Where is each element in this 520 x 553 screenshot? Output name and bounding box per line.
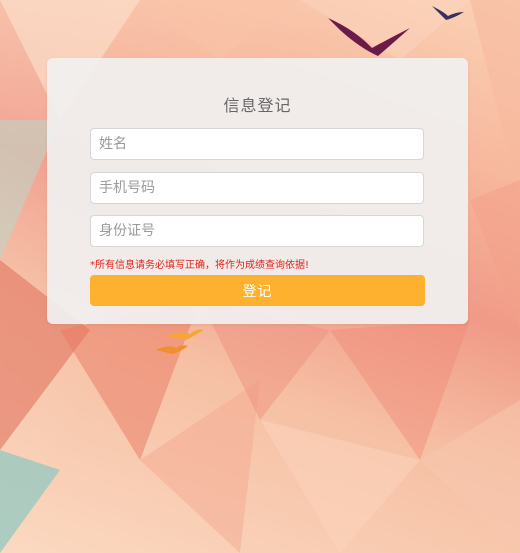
notice-text: *所有信息请务必填写正确，将作为成绩查询依据!: [90, 260, 310, 271]
id-number-input[interactable]: [90, 215, 424, 247]
phone-input[interactable]: [90, 172, 424, 204]
form-title: 信息登记: [223, 96, 292, 115]
registration-card: 信息登记 *所有信息请务必填写正确，将作为成绩查询依据! 登记: [47, 58, 468, 324]
register-button[interactable]: 登记: [90, 275, 425, 306]
name-input[interactable]: [90, 128, 424, 160]
